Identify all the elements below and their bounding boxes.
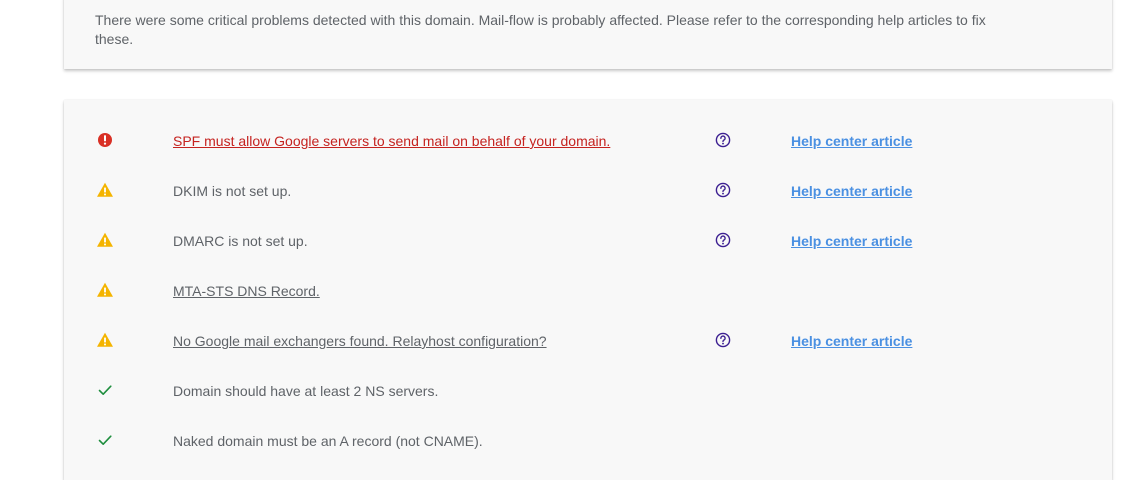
check-row-ns: Domain should have at least 2 NS servers… bbox=[64, 366, 1112, 416]
help-center-link[interactable]: Help center article bbox=[791, 132, 912, 150]
help-circle-icon[interactable] bbox=[714, 131, 732, 149]
help-center-link[interactable]: Help center article bbox=[791, 232, 912, 250]
check-message: DKIM is not set up. bbox=[173, 183, 292, 199]
check-icon bbox=[96, 381, 114, 399]
summary-message: There were some critical problems detect… bbox=[95, 12, 986, 47]
help-circle-icon[interactable] bbox=[714, 331, 732, 349]
check-row-dkim: DKIM is not set up. Help center article bbox=[64, 166, 1112, 216]
check-message-link[interactable]: SPF must allow Google servers to send ma… bbox=[173, 132, 610, 150]
check-message-link[interactable]: No Google mail exchangers found. Relayho… bbox=[173, 332, 547, 350]
check-row-dmarc: DMARC is not set up. Help center article bbox=[64, 216, 1112, 266]
help-circle-icon[interactable] bbox=[714, 181, 732, 199]
help-center-link[interactable]: Help center article bbox=[791, 182, 912, 200]
check-row-spf: SPF must allow Google servers to send ma… bbox=[64, 116, 1112, 166]
check-message-link[interactable]: MTA-STS DNS Record. bbox=[173, 282, 320, 300]
checks-card: SPF must allow Google servers to send ma… bbox=[64, 100, 1112, 480]
check-message: DMARC is not set up. bbox=[173, 233, 308, 249]
summary-card: There were some critical problems detect… bbox=[64, 0, 1112, 69]
check-row-mx: No Google mail exchangers found. Relayho… bbox=[64, 316, 1112, 366]
warning-icon bbox=[96, 181, 114, 199]
check-icon bbox=[96, 431, 114, 449]
warning-icon bbox=[96, 231, 114, 249]
check-row-naked-domain: Naked domain must be an A record (not CN… bbox=[64, 416, 1112, 466]
help-center-link[interactable]: Help center article bbox=[791, 332, 912, 350]
warning-icon bbox=[96, 331, 114, 349]
check-message: Naked domain must be an A record (not CN… bbox=[173, 433, 483, 449]
check-row-mta-sts: MTA-STS DNS Record. bbox=[64, 266, 1112, 316]
warning-icon bbox=[96, 281, 114, 299]
help-circle-icon[interactable] bbox=[714, 231, 732, 249]
check-message: Domain should have at least 2 NS servers… bbox=[173, 383, 439, 399]
error-icon bbox=[96, 131, 114, 149]
